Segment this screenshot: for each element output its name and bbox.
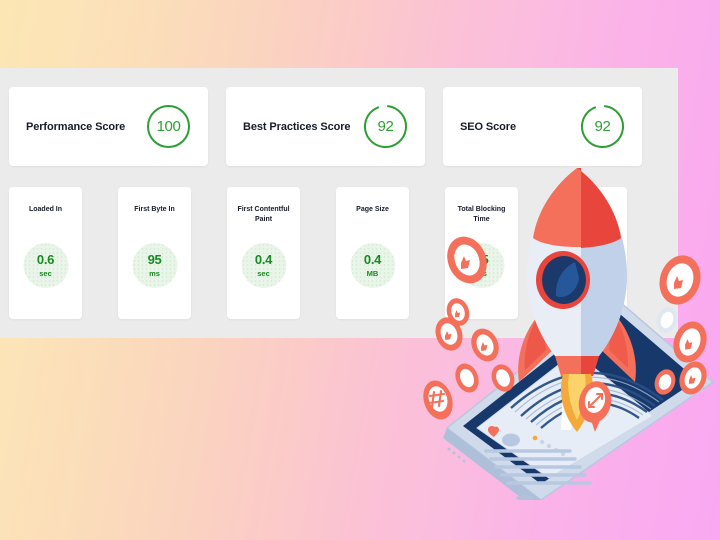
score-card-label: Best Practices Score — [243, 120, 351, 133]
metric-value: 0.4 — [254, 252, 273, 267]
metric-value: 95 — [147, 252, 162, 267]
metric-card-label: Page Size — [356, 206, 389, 213]
post-text-lines — [484, 449, 592, 485]
score-card-row: Performance Score 100 Best Practices Sco… — [9, 87, 642, 166]
score-card-label: SEO Score — [460, 120, 516, 133]
metric-value-bubble: 0.4 sec — [241, 243, 286, 288]
share-icon — [578, 381, 612, 432]
score-ring-value: 92 — [377, 118, 394, 135]
score-ring-seo: 92 — [579, 103, 626, 150]
score-card-performance[interactable]: Performance Score 100 — [9, 87, 208, 166]
hashtag-icon — [423, 380, 453, 420]
thumbs-up-icon-11 — [654, 369, 676, 395]
metric-value-bubble: 0.4 MB — [350, 243, 395, 288]
rocket-flame — [560, 374, 594, 432]
rocket-nozzle — [555, 356, 599, 376]
tablet-screen-content — [447, 371, 664, 500]
metric-card-label: Total Blocking Time — [457, 206, 506, 224]
metric-unit: ms — [476, 269, 487, 278]
metric-value-bubble: 0.6 sec — [23, 243, 68, 288]
thumbs-up-icon-6 — [491, 364, 515, 392]
metric-card-label: First Contentful Paint — [237, 206, 290, 224]
rocket-exhaust-trail — [561, 338, 581, 430]
metric-card-first-byte-in[interactable]: First Byte In 95 ms — [118, 187, 191, 319]
score-card-best-practices[interactable]: Best Practices Score 92 — [226, 87, 425, 166]
metric-card-loaded-in[interactable]: Loaded In 0.6 sec — [9, 187, 82, 319]
metric-card-label: Loaded In — [28, 206, 63, 213]
score-card-label: Performance Score — [26, 120, 126, 133]
score-card-seo[interactable]: SEO Score 92 — [443, 87, 642, 166]
score-ring-value: 92 — [594, 118, 611, 135]
metric-card-occluded[interactable] — [554, 187, 627, 319]
metric-card-label: First Byte In — [134, 206, 175, 213]
metric-unit: ms — [149, 269, 160, 278]
metric-value: 25 — [474, 252, 489, 267]
metric-unit: sec — [39, 269, 52, 278]
post-heart-icon — [487, 426, 499, 437]
score-ring-performance: 100 — [145, 103, 192, 150]
score-ring-best-practices: 92 — [362, 103, 409, 150]
post-avatar — [502, 433, 520, 447]
metric-value: 0.6 — [36, 252, 55, 267]
dashboard-panel: Performance Score 100 Best Practices Sco… — [0, 68, 678, 338]
metric-card-total-blocking-time[interactable]: Total Blocking Time 25 ms — [445, 187, 518, 319]
speaker-grille — [447, 447, 466, 463]
screenshot-stage: Performance Score 100 Best Practices Sco… — [0, 0, 720, 540]
metric-value-bubble: 25 ms — [459, 243, 504, 288]
metric-unit: MB — [366, 269, 379, 278]
metric-card-row: Loaded In 0.6 sec First Byte In 95 ms Fi… — [9, 187, 678, 319]
thumbs-up-icon-10 — [679, 361, 707, 395]
metric-card-first-contentful-paint[interactable]: First Contentful Paint 0.4 sec — [227, 187, 300, 319]
metric-value-bubble: 95 ms — [132, 243, 177, 288]
home-button — [516, 495, 534, 500]
score-ring-value: 100 — [156, 118, 181, 135]
metric-unit: sec — [257, 269, 270, 278]
thumbs-up-icon-5 — [455, 363, 479, 393]
metric-value: 0.4 — [363, 252, 382, 267]
metric-card-page-size[interactable]: Page Size 0.4 MB — [336, 187, 409, 319]
carousel-dots — [532, 435, 566, 457]
